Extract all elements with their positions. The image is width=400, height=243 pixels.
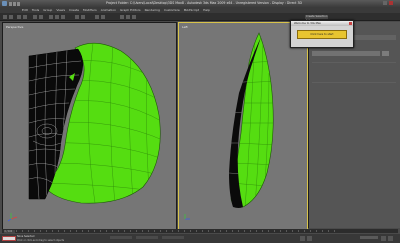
dialog-action-button[interactable]: Click here to start: [297, 30, 347, 39]
snap-icon[interactable]: [75, 14, 79, 19]
angle-snap-icon[interactable]: [81, 14, 85, 19]
select-link-icon[interactable]: [17, 14, 21, 19]
dialog-title: Welcome to 3ds Max: [291, 21, 353, 26]
quick-access-save-icon[interactable]: [13, 1, 16, 6]
scale-icon[interactable]: [61, 14, 65, 19]
perspective-mesh: [7, 42, 161, 222]
status-bar: None Selected Click or click-and-drag to…: [0, 234, 400, 243]
time-slider[interactable]: 0 / 100: [4, 229, 15, 233]
zoom-icon[interactable]: [381, 235, 386, 241]
selection-set-dropdown[interactable]: Create Selection Set: [305, 14, 328, 22]
maxscript-listener[interactable]: [2, 235, 16, 241]
unlink-icon[interactable]: [23, 14, 27, 19]
minimize-button[interactable]: [383, 1, 387, 5]
menu-modifiers[interactable]: Modifiers: [83, 8, 97, 12]
mirror-icon[interactable]: [95, 14, 99, 19]
select-by-name-icon[interactable]: [39, 14, 43, 19]
render-icon[interactable]: [132, 14, 136, 19]
menu-customize[interactable]: Customize: [164, 8, 180, 12]
app-icon[interactable]: [2, 1, 7, 6]
align-icon[interactable]: [101, 14, 105, 19]
welcome-dialog: Welcome to 3ds Max Click here to start: [290, 20, 354, 48]
menu-animation[interactable]: Animation: [101, 8, 116, 12]
modifier-stack-button[interactable]: [382, 51, 389, 56]
viewport-label[interactable]: Left: [182, 25, 188, 29]
viewport-perspective[interactable]: Perspective: [2, 22, 177, 230]
viewport-label[interactable]: Perspective: [6, 25, 23, 29]
next-frame-button[interactable]: [307, 235, 312, 241]
select-object-icon[interactable]: [33, 14, 37, 19]
rotate-icon[interactable]: [55, 14, 59, 19]
view-axis-gizmo-left: [184, 214, 190, 220]
x-coordinate-field[interactable]: [110, 235, 132, 239]
menu-rendering[interactable]: Rendering: [145, 8, 160, 12]
quick-access-open-icon[interactable]: [9, 1, 12, 6]
panel-divider: [312, 62, 396, 63]
command-panel: Modifier List: [308, 22, 400, 228]
pan-icon[interactable]: [388, 235, 393, 241]
view-axis-gizmo: [7, 213, 18, 222]
menu-views[interactable]: Views: [56, 8, 65, 12]
left-view-mesh: [184, 32, 274, 220]
panel-divider: [312, 82, 396, 83]
material-editor-icon[interactable]: [120, 14, 124, 19]
menu-create[interactable]: Create: [69, 8, 79, 12]
quick-access-undo-icon[interactable]: [17, 1, 20, 6]
menu-group[interactable]: Group: [43, 8, 52, 12]
auto-key-button[interactable]: [360, 235, 378, 239]
y-coordinate-field[interactable]: [136, 235, 158, 239]
menu-maxscript[interactable]: MAXScript: [184, 8, 199, 12]
menu-graph-editors[interactable]: Graph Editors: [120, 8, 141, 12]
prompt-line: Click or click-and-drag to select object…: [17, 239, 65, 242]
modifier-stack-field[interactable]: [312, 51, 380, 56]
timeline[interactable]: 0 / 100: [2, 229, 398, 233]
selection-status: None Selected: [17, 235, 35, 238]
menu-help[interactable]: Help: [203, 8, 210, 12]
dialog-close-icon[interactable]: [348, 21, 352, 25]
play-button[interactable]: [300, 235, 305, 241]
window-title: Project Folder: C:\Users\Local\Desktop\3…: [106, 1, 302, 5]
timeline-ticks: [16, 230, 338, 232]
render-setup-icon[interactable]: [126, 14, 130, 19]
z-coordinate-field[interactable]: [162, 235, 184, 239]
title-bar: Project Folder: C:\Users\Local\Desktop\3…: [0, 0, 400, 7]
viewport-left-view[interactable]: Left: [178, 22, 308, 230]
menu-tools[interactable]: Tools: [32, 8, 39, 12]
undo-icon[interactable]: [3, 14, 7, 19]
close-button[interactable]: [389, 1, 393, 5]
menu-edit[interactable]: Edit: [22, 8, 28, 12]
move-icon[interactable]: [49, 14, 53, 19]
redo-icon[interactable]: [9, 14, 13, 19]
